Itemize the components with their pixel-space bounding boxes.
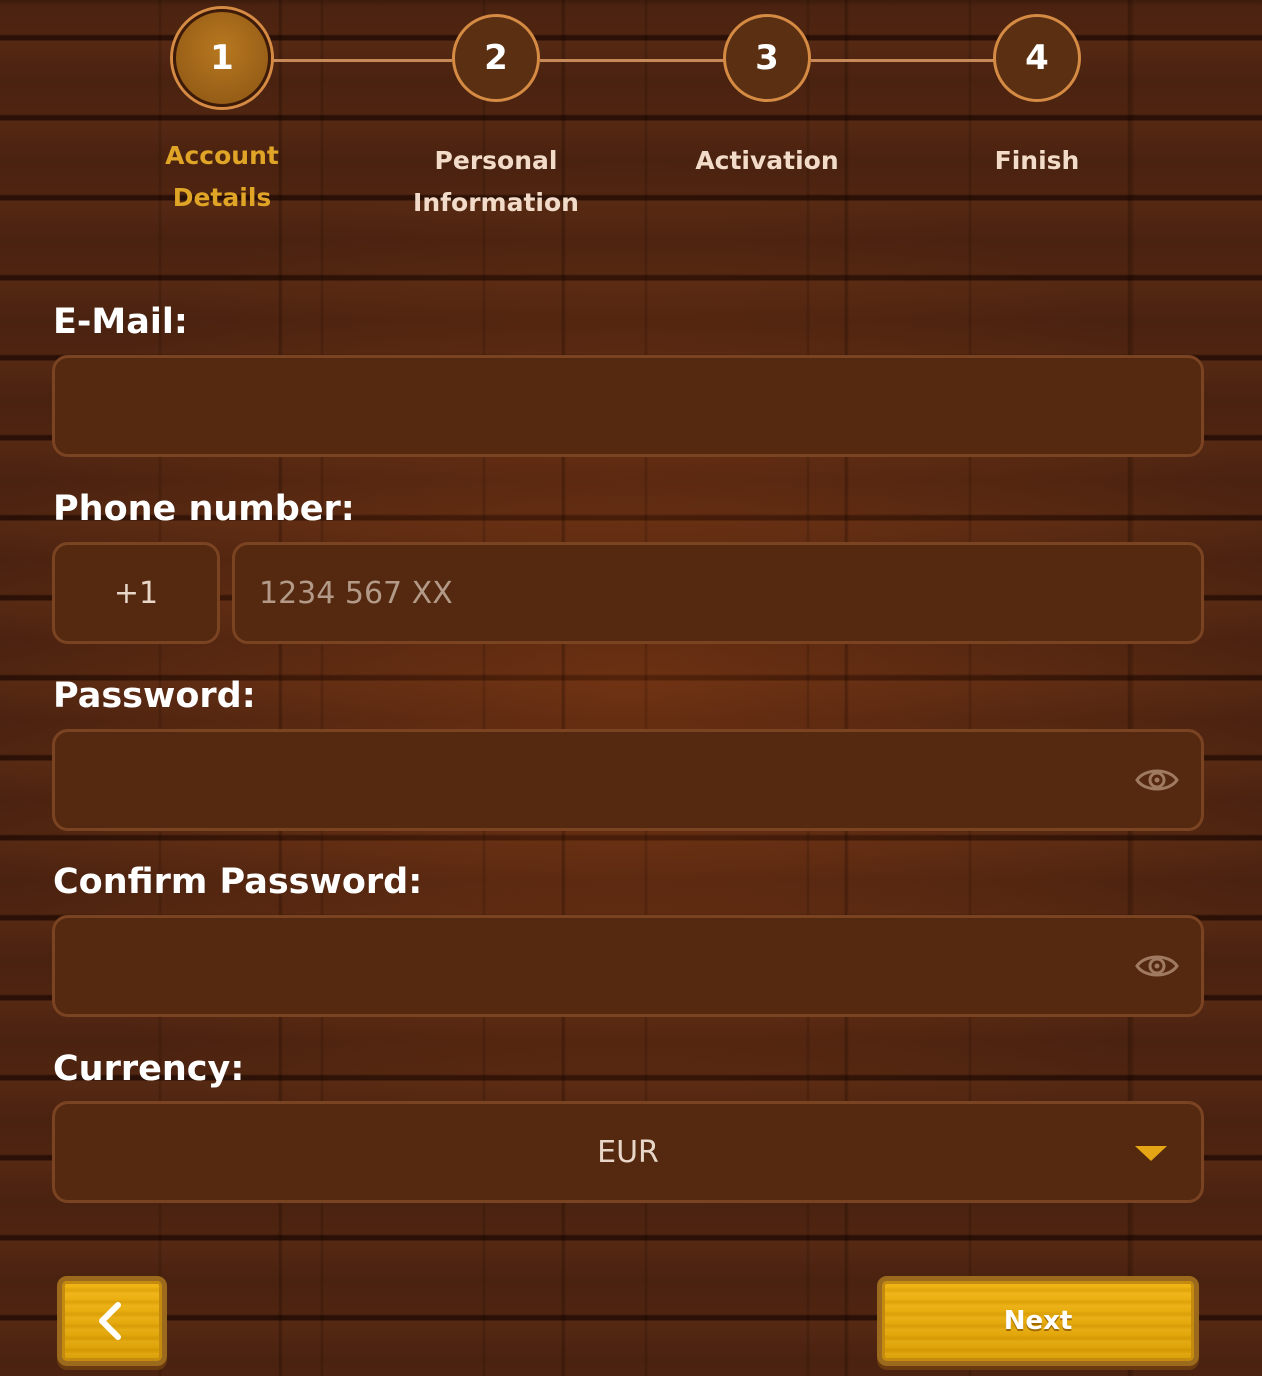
currency-selected-value: EUR — [597, 1134, 659, 1170]
step-label: Activation — [647, 140, 887, 182]
step-number-circle: 3 — [723, 14, 811, 102]
next-button[interactable]: Next — [877, 1276, 1199, 1366]
step-label-line1: Account — [165, 141, 279, 170]
phone-country-code-select[interactable]: +1 — [52, 542, 220, 644]
chevron-down-icon — [1135, 1146, 1167, 1161]
chevron-left-icon — [99, 1302, 121, 1340]
step-label-line2: Details — [172, 183, 272, 212]
step-number-circle: 4 — [993, 14, 1081, 102]
step-label: Finish — [917, 140, 1157, 182]
step-label: Account Details — [102, 135, 342, 219]
eye-icon[interactable] — [1135, 765, 1179, 795]
step-activation[interactable]: 3 Activation — [647, 14, 887, 182]
step-label-line1: Activation — [695, 146, 839, 175]
step-label: Personal Information — [376, 140, 616, 224]
phone-number-input[interactable] — [232, 542, 1204, 644]
step-number: 2 — [484, 38, 508, 78]
step-number: 4 — [1025, 38, 1049, 78]
step-label-line1: Personal — [434, 146, 558, 175]
step-account-details[interactable]: 1 Account Details — [102, 9, 342, 219]
step-number-circle: 1 — [173, 9, 271, 107]
step-number: 1 — [210, 38, 234, 78]
step-number-circle: 2 — [452, 14, 540, 102]
step-label-line2: Information — [413, 188, 579, 217]
email-label: E-Mail: — [53, 302, 188, 342]
step-personal-information[interactable]: 2 Personal Information — [376, 14, 616, 224]
email-input[interactable] — [52, 355, 1204, 457]
password-input[interactable] — [52, 729, 1204, 831]
back-button[interactable] — [57, 1276, 167, 1366]
step-number: 3 — [755, 38, 779, 78]
phone-label: Phone number: — [53, 489, 355, 529]
next-button-label: Next — [1003, 1306, 1073, 1336]
registration-stepper: 1 Account Details 2 Personal Information… — [0, 0, 1262, 240]
phone-country-code: +1 — [113, 575, 159, 611]
confirm-password-input[interactable] — [52, 915, 1204, 1017]
password-label: Password: — [53, 676, 256, 716]
confirm-password-label: Confirm Password: — [53, 862, 423, 902]
currency-select[interactable]: EUR — [52, 1101, 1204, 1203]
eye-icon[interactable] — [1135, 951, 1179, 981]
step-finish[interactable]: 4 Finish — [917, 14, 1157, 182]
currency-label: Currency: — [53, 1049, 245, 1089]
step-label-line1: Finish — [994, 146, 1080, 175]
